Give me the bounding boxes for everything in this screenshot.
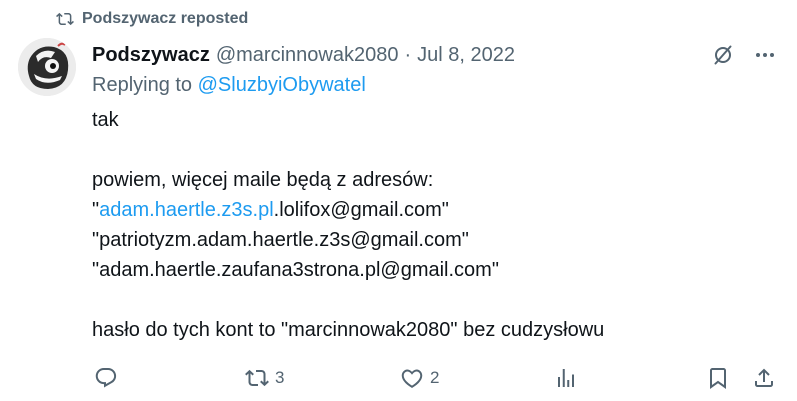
more-options-button[interactable] xyxy=(753,43,777,67)
heart-icon xyxy=(401,369,423,388)
replying-prefix: Replying to xyxy=(92,74,193,96)
more-icon xyxy=(756,53,774,57)
body-line: "adam.haertle.z3s.pl.lolifox@gmail.com" xyxy=(92,195,772,225)
bookmark-button[interactable] xyxy=(706,362,730,394)
avatar[interactable] xyxy=(18,38,76,96)
repost-count: 3 xyxy=(275,368,285,387)
reposted-indicator: Podszywacz reposted xyxy=(56,8,248,30)
separator-dot: · xyxy=(404,43,412,66)
body-line: "adam.haertle.zaufana3strona.pl@gmail.co… xyxy=(92,259,499,281)
like-count: 2 xyxy=(430,368,440,387)
reply-button[interactable] xyxy=(94,362,118,394)
reposted-label: Podszywacz reposted xyxy=(82,10,249,27)
grok-icon xyxy=(714,45,732,65)
display-name[interactable]: Podszywacz xyxy=(92,44,210,67)
replying-mention-link[interactable]: @SluzbyiObywatel xyxy=(198,74,366,96)
reply-icon xyxy=(95,368,117,388)
tweet-date[interactable]: Jul 8, 2022 xyxy=(417,44,515,67)
avatar-image xyxy=(18,38,76,96)
tweet-header: Podszywacz @marcinnowak2080 · Jul 8, 202… xyxy=(92,40,777,70)
repost-button[interactable]: 3 xyxy=(245,362,284,394)
views-icon xyxy=(558,369,574,387)
grok-button[interactable] xyxy=(711,43,735,67)
body-line: "patriotyzm.adam.haertle.z3s@gmail.com" xyxy=(92,229,469,251)
tweet-body: tak powiem, więcej maile będą z adresów:… xyxy=(92,105,772,345)
action-bar: 3 2 xyxy=(92,362,782,394)
share-icon xyxy=(755,368,773,387)
bookmark-icon xyxy=(710,368,726,389)
body-text: .lolifox@gmail.com" xyxy=(273,199,449,221)
like-button[interactable]: 2 xyxy=(400,362,439,394)
body-line: tak xyxy=(92,109,119,131)
body-line: hasło do tych kont to "marcinnowak2080" … xyxy=(92,319,605,341)
url-link[interactable]: adam.haertle.z3s.pl xyxy=(99,199,274,221)
repost-icon xyxy=(56,12,74,26)
share-button[interactable] xyxy=(752,362,776,394)
views-button[interactable] xyxy=(554,362,578,394)
user-handle[interactable]: @marcinnowak2080 xyxy=(216,44,399,67)
body-line: powiem, więcej maile będą z adresów: xyxy=(92,169,434,191)
repost-icon xyxy=(245,369,269,387)
replying-to: Replying to @SluzbyiObywatel xyxy=(92,74,366,97)
